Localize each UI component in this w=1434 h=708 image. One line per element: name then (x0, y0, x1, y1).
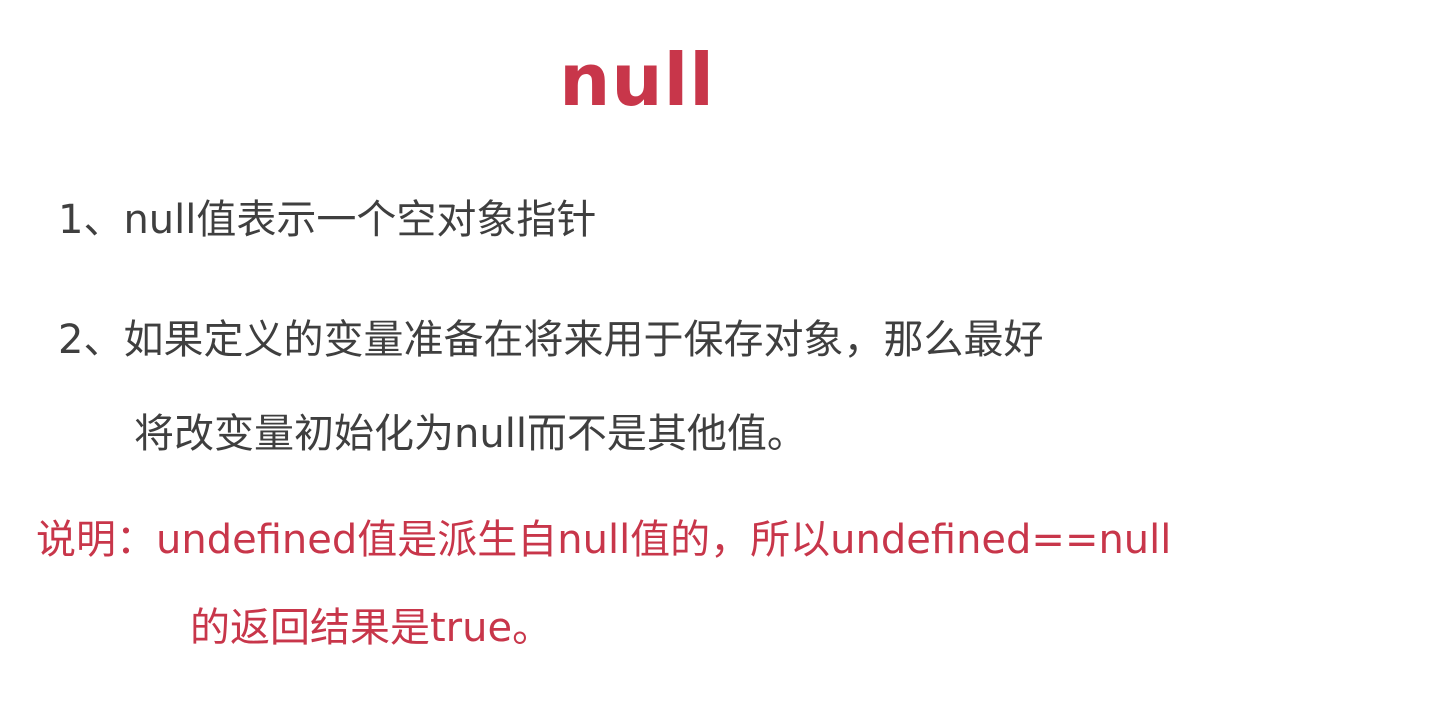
point-1: 1、null值表示一个空对象指针 (58, 197, 597, 243)
note-line-2: 的返回结果是true。 (190, 605, 553, 651)
point-2-line-2: 将改变量初始化为null而不是其他值。 (134, 411, 807, 457)
note-line-1: 说明：undefined值是派生自null值的，所以undefined==nul… (36, 517, 1172, 563)
slide-title: null (559, 38, 715, 122)
point-2-line-1: 2、如果定义的变量准备在将来用于保存对象，那么最好 (58, 317, 1044, 363)
slide: null 1、null值表示一个空对象指针 2、如果定义的变量准备在将来用于保存… (0, 0, 1434, 708)
